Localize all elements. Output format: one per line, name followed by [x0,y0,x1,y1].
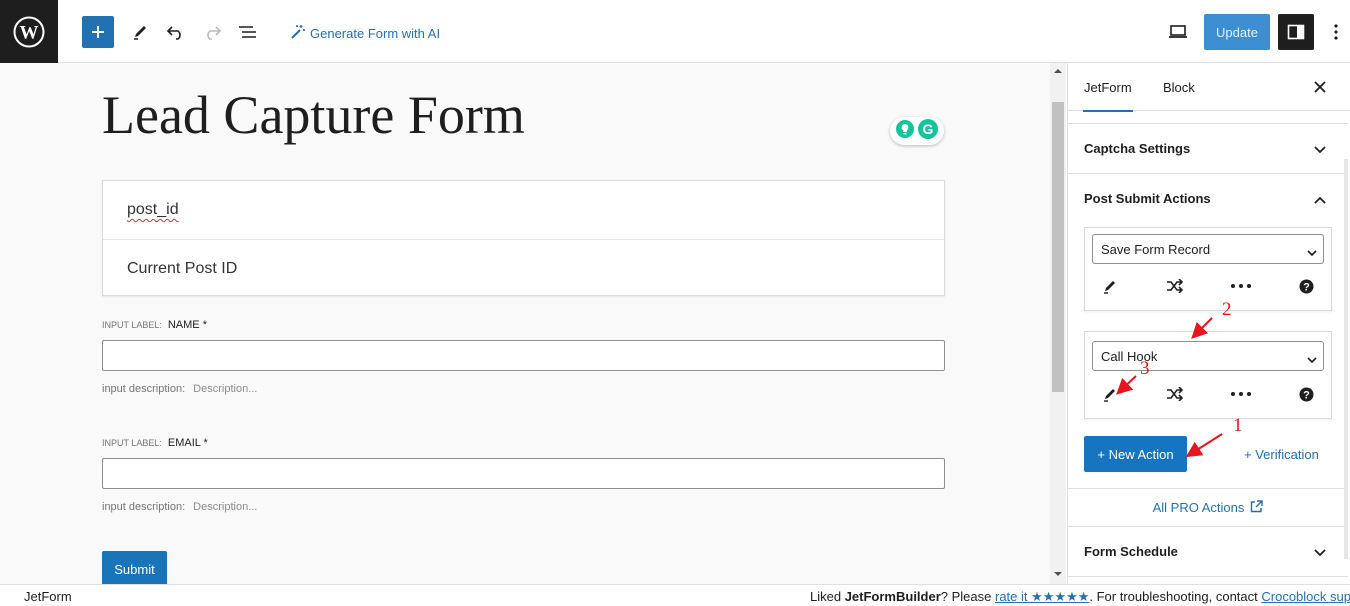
annotation-arrow-2 [1191,317,1213,339]
annotation-arrow-3 [1116,375,1137,395]
editor-app: W Generate Form with AI Update Lead Capt… [0,0,1350,606]
annotation-arrows [1116,317,1223,458]
annotation-number-2: 2 [1222,299,1232,320]
annotation-number-1: 1 [1233,415,1243,436]
annotation-arrow-1 [1185,433,1223,458]
annotation-number-3: 3 [1140,358,1150,379]
